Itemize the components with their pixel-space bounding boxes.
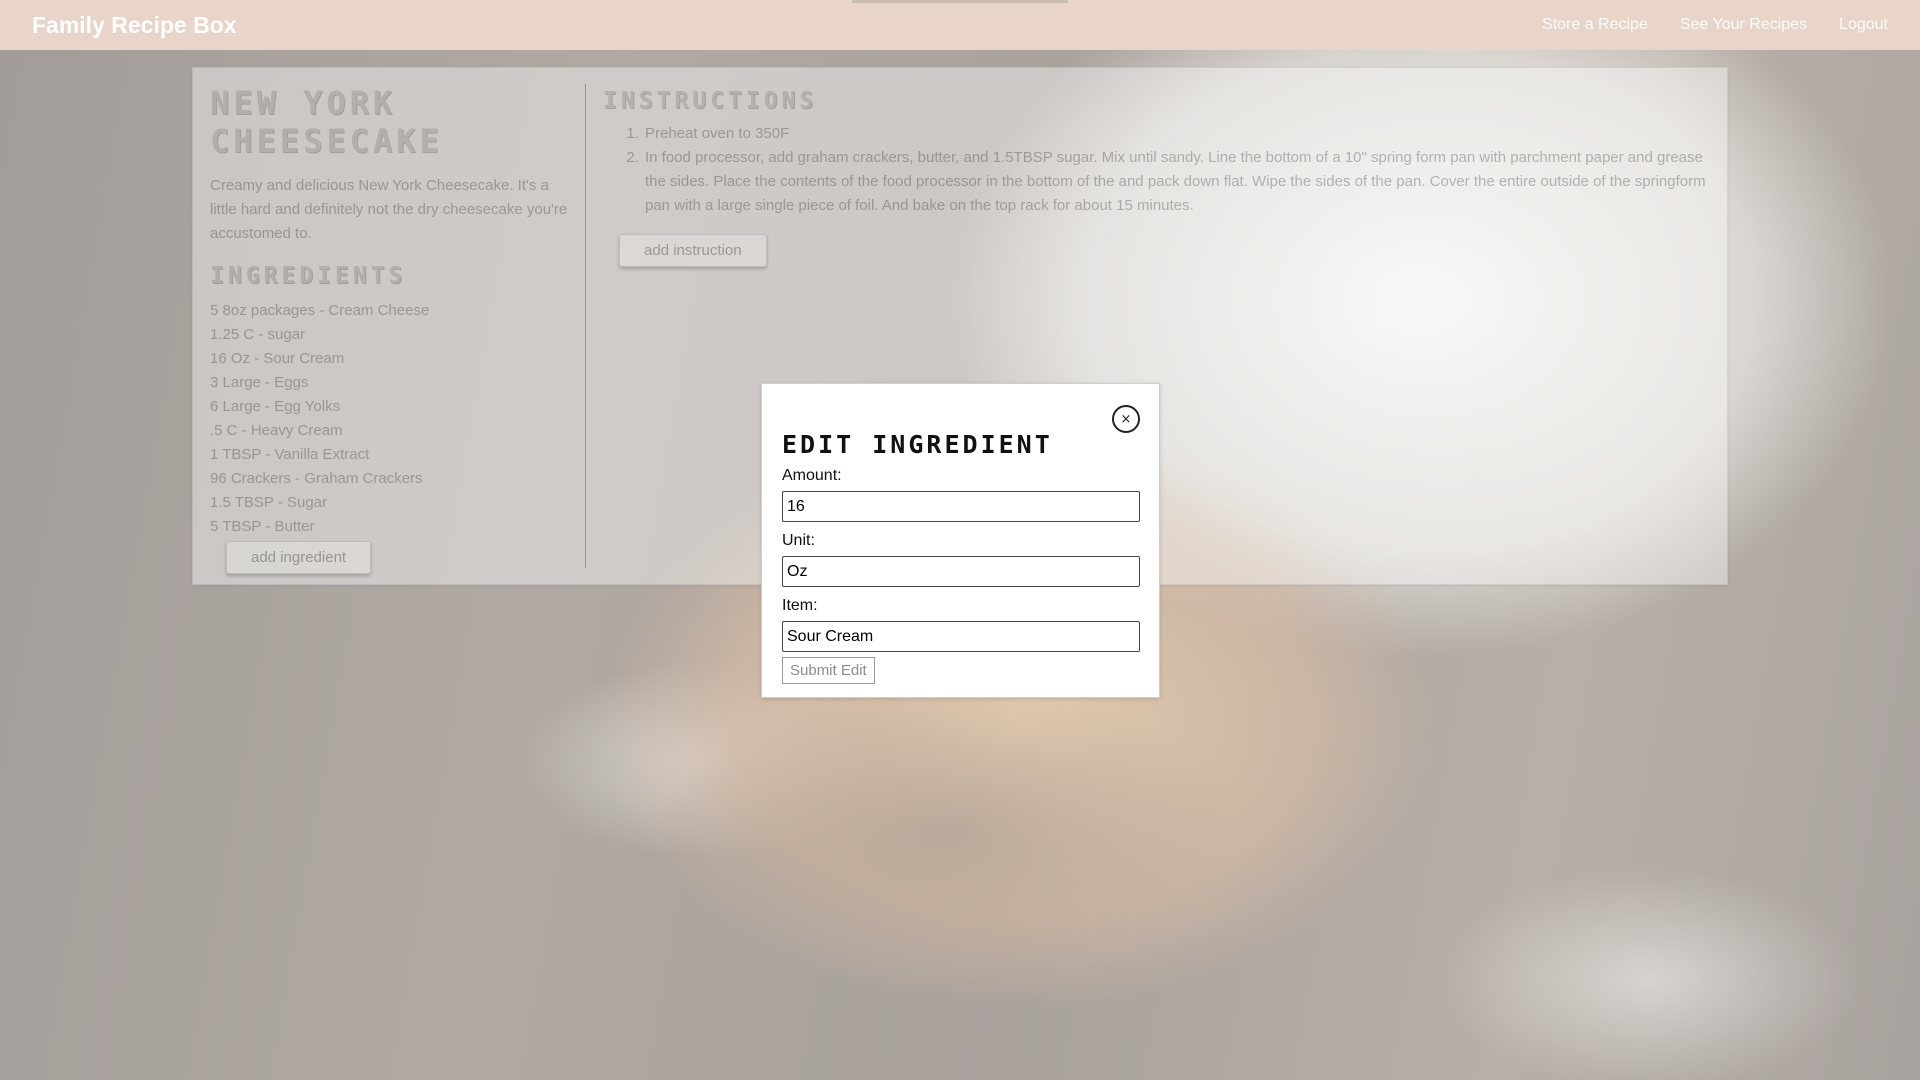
ingredient-item[interactable]: 1.5 TBSP - Sugar	[210, 491, 568, 515]
brand-link[interactable]: Family Recipe Box	[32, 12, 237, 39]
instruction-list: Preheat oven to 350F In food processor, …	[603, 122, 1709, 218]
item-label: Item:	[782, 597, 818, 614]
ingredient-item[interactable]: 3 Large - Eggs	[210, 371, 568, 395]
instruction-item[interactable]: In food processor, add graham crackers, …	[643, 146, 1709, 218]
ingredient-item[interactable]: 5 TBSP - Butter	[210, 515, 568, 539]
item-input[interactable]	[782, 621, 1140, 652]
recipe-description: Creamy and delicious New York Cheesecake…	[210, 177, 568, 242]
instruction-item[interactable]: Preheat oven to 350F	[643, 122, 1709, 146]
nav-store-recipe[interactable]: Store a Recipe	[1542, 16, 1648, 34]
ingredients-heading: INGREDIENTS	[210, 263, 407, 289]
top-edge-tab	[852, 0, 1068, 3]
modal-title: EDIT INGREDIENT	[782, 430, 1053, 459]
ingredient-list: 5 8oz packages - Cream Cheese 1.25 C - s…	[210, 299, 568, 539]
unit-label: Unit:	[782, 532, 815, 549]
close-button[interactable]: ×	[1112, 405, 1140, 433]
ingredient-item[interactable]: 5 8oz packages - Cream Cheese	[210, 299, 568, 323]
nav-see-recipes[interactable]: See Your Recipes	[1680, 16, 1807, 34]
amount-label: Amount:	[782, 467, 842, 484]
instructions-heading: INSTRUCTIONS	[603, 88, 818, 114]
navbar: Family Recipe Box Store a Recipe See You…	[0, 0, 1920, 50]
nav-logout[interactable]: Logout	[1839, 16, 1888, 34]
ingredient-item[interactable]: 96 Crackers - Graham Crackers	[210, 467, 568, 491]
ingredient-item[interactable]: 16 Oz - Sour Cream	[210, 347, 568, 371]
ingredient-item[interactable]: 1 TBSP - Vanilla Extract	[210, 443, 568, 467]
close-icon: ×	[1120, 411, 1132, 427]
unit-input[interactable]	[782, 556, 1140, 587]
add-instruction-button[interactable]: add instruction	[619, 234, 767, 267]
recipe-title: NEW YORK CHEESECAKE	[210, 84, 443, 160]
add-ingredient-button[interactable]: add ingredient	[226, 541, 372, 574]
edit-ingredient-modal: × EDIT INGREDIENT Amount: Unit: Item: Su…	[761, 383, 1160, 698]
ingredient-item[interactable]: 6 Large - Egg Yolks	[210, 395, 568, 419]
recipe-left-column: NEW YORK CHEESECAKE Creamy and delicious…	[193, 84, 586, 574]
ingredient-item[interactable]: .5 C - Heavy Cream	[210, 419, 568, 443]
submit-edit-button[interactable]: Submit Edit	[782, 657, 875, 684]
amount-input[interactable]	[782, 491, 1140, 522]
ingredient-item[interactable]: 1.25 C - sugar	[210, 323, 568, 347]
nav-links: Store a Recipe See Your Recipes Logout	[1542, 16, 1888, 34]
